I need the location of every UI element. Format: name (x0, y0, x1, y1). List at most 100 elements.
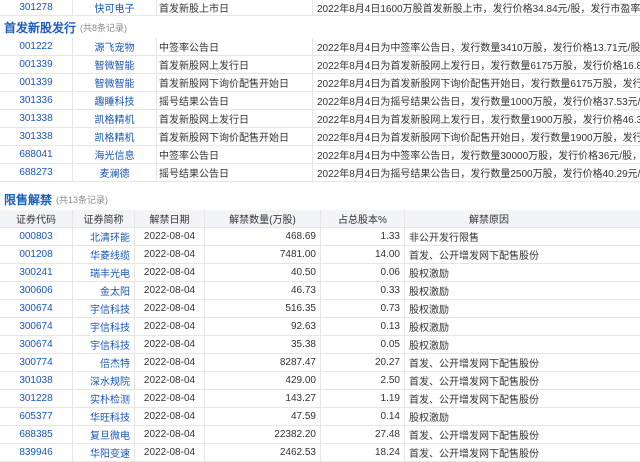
qty-cell: 7481.00 (204, 246, 320, 263)
stock-name-link[interactable]: 深水规院 (72, 372, 134, 389)
qty-cell: 516.35 (204, 300, 320, 317)
stock-name-link[interactable]: 源飞宠物 (72, 38, 156, 55)
date-cell: 2022-08-04 (134, 408, 204, 425)
reason-cell: 股权激励 (404, 336, 640, 353)
event-cell: 摇号结果公告日 (156, 92, 312, 109)
date-cell: 2022-08-04 (134, 246, 204, 263)
detail-cell: 2022年8月4日1600万股首发新股上市，发行价格34.84元/股，发行市盈率… (312, 0, 640, 15)
stock-code-link[interactable]: 605377 (0, 408, 72, 425)
stock-code-link[interactable]: 301338 (0, 110, 72, 127)
detail-cell: 2022年8月4日为首发新股网下询价配售开始日，发行数量1900万股，发行价格4… (312, 128, 640, 145)
stock-code-link[interactable]: 300674 (0, 336, 72, 353)
date-cell: 2022-08-04 (134, 228, 204, 245)
stock-name-link[interactable]: 复旦微电 (72, 426, 134, 443)
table-row: 301278 快可电子 首发新股上市日 2022年8月4日1600万股首发新股上… (0, 0, 640, 16)
stock-name-link[interactable]: 华旺科技 (72, 408, 134, 425)
stock-code-link[interactable]: 001208 (0, 246, 72, 263)
table-row: 001339 智微智能 首发新股网下询价配售开始日 2022年8月4日为首发新股网下询… (0, 74, 640, 92)
pct-cell: 27.48 (320, 426, 404, 443)
qty-cell: 2462.53 (204, 444, 320, 461)
stock-name-link[interactable]: 华菱线缆 (72, 246, 134, 263)
reason-cell: 股权激励 (404, 318, 640, 335)
qty-cell: 40.50 (204, 264, 320, 281)
stock-code-link[interactable]: 301338 (0, 128, 72, 145)
stock-name-link[interactable]: 实朴检测 (72, 390, 134, 407)
stock-name-link[interactable]: 宇信科技 (72, 300, 134, 317)
stock-name-link[interactable]: 凯格精机 (72, 128, 156, 145)
stock-name-link[interactable]: 智微智能 (72, 56, 156, 73)
date-cell: 2022-08-04 (134, 444, 204, 461)
event-cell: 中签率公告日 (156, 146, 312, 163)
reason-cell: 首发、公开增发网下配售股份 (404, 372, 640, 389)
table-row: 001208 华菱线缆 2022-08-04 7481.00 14.00 首发、公开增发网… (0, 246, 640, 264)
date-cell: 2022-08-04 (134, 264, 204, 281)
stock-code-link[interactable]: 300674 (0, 300, 72, 317)
stock-code-link[interactable]: 300241 (0, 264, 72, 281)
stock-code-link[interactable]: 300774 (0, 354, 72, 371)
date-cell: 2022-08-04 (134, 372, 204, 389)
stock-code-link[interactable]: 301278 (0, 0, 72, 15)
event-cell: 首发新股网下询价配售开始日 (156, 74, 312, 91)
stock-code-link[interactable]: 300606 (0, 282, 72, 299)
pct-cell: 1.33 (320, 228, 404, 245)
table-row: 001339 智微智能 首发新股网上发行日 2022年8月4日为首发新股网上发行日，发… (0, 56, 640, 74)
qty-cell: 8287.47 (204, 354, 320, 371)
stock-code-link[interactable]: 300674 (0, 318, 72, 335)
table-row: 301038 深水规院 2022-08-04 429.00 2.50 首发、公开增发网下配… (0, 372, 640, 390)
detail-cell: 2022年8月4日为首发新股网上发行日，发行数量6175万股，发行价格16.86… (312, 56, 640, 73)
stock-name-link[interactable]: 宇信科技 (72, 336, 134, 353)
stock-name-link[interactable]: 海光信息 (72, 146, 156, 163)
reason-cell: 首发、公开增发网下配售股份 (404, 426, 640, 443)
stock-code-link[interactable]: 301336 (0, 92, 72, 109)
event-cell: 首发新股网上发行日 (156, 56, 312, 73)
event-cell: 首发新股上市日 (156, 0, 312, 15)
table-row: 301338 凯格精机 首发新股网下询价配售开始日 2022年8月4日为首发新股网下询… (0, 128, 640, 146)
table-row: 688385 复旦微电 2022-08-04 22382.20 27.48 首发、公开增发… (0, 426, 640, 444)
stock-name-link[interactable]: 金太阳 (72, 282, 134, 299)
pct-cell: 2.50 (320, 372, 404, 389)
qty-cell: 429.00 (204, 372, 320, 389)
stock-code-link[interactable]: 001222 (0, 38, 72, 55)
stock-code-link[interactable]: 301038 (0, 372, 72, 389)
stock-name-link[interactable]: 华阳变速 (72, 444, 134, 461)
stock-name-link[interactable]: 北清环能 (72, 228, 134, 245)
lockup-section-title: 限售解禁 (4, 192, 53, 207)
reason-cell: 首发、公开增发网下配售股份 (404, 354, 640, 371)
header-qty: 解禁数量(万股) (204, 210, 320, 227)
pct-cell: 0.05 (320, 336, 404, 353)
stock-name-link[interactable]: 宇信科技 (72, 318, 134, 335)
pct-cell: 1.19 (320, 390, 404, 407)
table-row: 300674 宇信科技 2022-08-04 92.63 0.13 股权激励 (0, 318, 640, 336)
stock-code-link[interactable]: 688041 (0, 146, 72, 163)
stock-name-link[interactable]: 智微智能 (72, 74, 156, 91)
pct-cell: 0.73 (320, 300, 404, 317)
stock-code-link[interactable]: 301228 (0, 390, 72, 407)
stock-code-link[interactable]: 001339 (0, 56, 72, 73)
qty-cell: 143.27 (204, 390, 320, 407)
header-pct: 占总股本% (320, 210, 404, 227)
reason-cell: 股权激励 (404, 300, 640, 317)
date-cell: 2022-08-04 (134, 336, 204, 353)
pct-cell: 0.13 (320, 318, 404, 335)
qty-cell: 35.38 (204, 336, 320, 353)
ipo-section-header: 首发新股发行 (共8条记录) (0, 16, 640, 38)
table-row: 300606 金太阳 2022-08-04 46.73 0.33 股权激励 (0, 282, 640, 300)
stock-code-link[interactable]: 688385 (0, 426, 72, 443)
stock-name-link[interactable]: 凯格精机 (72, 110, 156, 127)
reason-cell: 股权激励 (404, 282, 640, 299)
stock-name-link[interactable]: 快可电子 (72, 0, 156, 15)
header-reason: 解禁原因 (404, 210, 640, 227)
date-cell: 2022-08-04 (134, 354, 204, 371)
stock-code-link[interactable]: 000803 (0, 228, 72, 245)
stock-code-link[interactable]: 688273 (0, 164, 72, 181)
stock-code-link[interactable]: 001339 (0, 74, 72, 91)
stock-code-link[interactable]: 839946 (0, 444, 72, 461)
stock-name-link[interactable]: 瑞丰光电 (72, 264, 134, 281)
detail-cell: 2022年8月4日为首发新股网下询价配售开始日，发行数量6175万股，发行价格1… (312, 74, 640, 91)
event-cell: 首发新股网上发行日 (156, 110, 312, 127)
stock-name-link[interactable]: 倍杰特 (72, 354, 134, 371)
stock-name-link[interactable]: 趣睡科技 (72, 92, 156, 109)
table-row: 605377 华旺科技 2022-08-04 47.59 0.14 股权激励 (0, 408, 640, 426)
reason-cell: 首发、公开增发网下配售股份 (404, 246, 640, 263)
stock-name-link[interactable]: 麦澜德 (72, 164, 156, 181)
